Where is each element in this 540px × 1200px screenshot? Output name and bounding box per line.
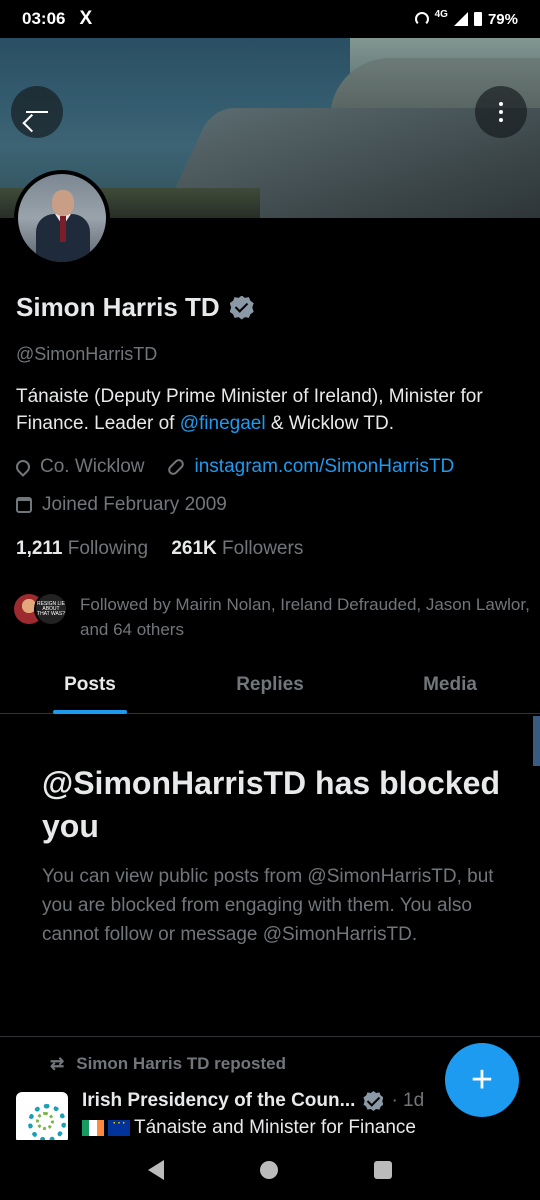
calendar-icon (16, 497, 32, 513)
status-indicators: 4G 79% (414, 8, 518, 28)
blocked-message: You can view public posts from @SimonHar… (42, 866, 494, 945)
back-button[interactable] (11, 86, 63, 138)
post-text[interactable]: Tánaiste and Minister for Finance (82, 1118, 522, 1138)
more-vert-icon (499, 102, 503, 122)
system-nav-bar (0, 1140, 540, 1200)
nav-back-icon[interactable] (148, 1160, 164, 1180)
tab-media[interactable]: Media (360, 662, 540, 713)
profile-tabs: Posts Replies Media (0, 662, 540, 714)
signal-icon (453, 12, 468, 26)
nav-recents-icon[interactable] (374, 1161, 392, 1179)
post-text-body: Tánaiste and Minister for Finance (134, 1118, 416, 1138)
profile-avatar[interactable] (14, 170, 110, 266)
verified-badge-icon[interactable] (229, 295, 254, 320)
compose-button[interactable]: + (445, 1043, 519, 1117)
back-arrow-icon (26, 111, 48, 113)
joined-text: Joined February 2009 (42, 494, 227, 515)
battery-percent: 79% (487, 10, 518, 28)
verified-badge-icon (363, 1091, 384, 1111)
location-icon (13, 457, 33, 477)
tab-posts[interactable]: Posts (0, 662, 180, 714)
divider (0, 1036, 540, 1037)
status-bar: 03:06 X 4G 79% (0, 0, 540, 38)
more-options-button[interactable] (475, 86, 527, 138)
follow-stats: 1,211 Following 261K Followers (16, 538, 303, 560)
x-app-icon: X (79, 8, 93, 29)
followed-by-avatars[interactable]: RESIGN LIE ABOUT THAT WAS? (12, 592, 68, 626)
bio-mention-link[interactable]: @finegael (180, 413, 266, 434)
followed-by-text[interactable]: Followed by Mairin Nolan, Ireland Defrau… (80, 592, 530, 642)
battery-icon (473, 12, 482, 26)
nav-home-icon[interactable] (260, 1161, 278, 1179)
repost-header[interactable]: ⇄ Simon Harris TD reposted (50, 1054, 286, 1074)
followers-label: Followers (222, 538, 304, 559)
followers-count: 261K (171, 538, 217, 559)
followers-link[interactable]: 261K Followers (171, 538, 303, 559)
ireland-flag-icon (82, 1120, 104, 1136)
post-author-avatar[interactable] (16, 1092, 68, 1144)
hotspot-icon (414, 12, 429, 26)
following-count: 1,211 (16, 538, 63, 559)
post-author-name[interactable]: Irish Presidency of the Coun... (82, 1090, 355, 1112)
scrollbar-thumb[interactable] (533, 716, 540, 766)
network-label: 4G (434, 8, 448, 20)
post-time: · 1d (391, 1090, 425, 1111)
link-icon (165, 457, 186, 477)
profile-name-text: Simon Harris TD (16, 292, 220, 322)
eu-flag-icon (108, 1118, 130, 1136)
website-link[interactable]: instagram.com/SimonHarrisTD (195, 456, 455, 478)
profile-bio: Tánaiste (Deputy Prime Minister of Irela… (16, 383, 526, 437)
profile-name: Simon Harris TD (16, 292, 254, 323)
location-text: Co. Wicklow (40, 456, 145, 477)
follower-avatar: RESIGN LIE ABOUT THAT WAS? (34, 592, 68, 626)
tab-replies[interactable]: Replies (180, 662, 360, 713)
repost-icon: ⇄ (50, 1054, 65, 1073)
profile-meta-row: Co. Wicklow instagram.com/SimonHarrisTD (13, 456, 455, 478)
blocked-title: @SimonHarrisTD has blocked you (42, 765, 500, 844)
bio-text-end: & Wicklow TD. (265, 413, 394, 434)
compose-plus-icon: + (470, 1058, 494, 1101)
repost-label: Simon Harris TD reposted (76, 1054, 286, 1073)
status-time: 03:06 (22, 9, 66, 28)
profile-handle: @SimonHarrisTD (16, 344, 158, 364)
following-label: Following (67, 538, 149, 559)
joined-row: Joined February 2009 (16, 494, 227, 516)
following-link[interactable]: 1,211 Following (16, 538, 148, 559)
